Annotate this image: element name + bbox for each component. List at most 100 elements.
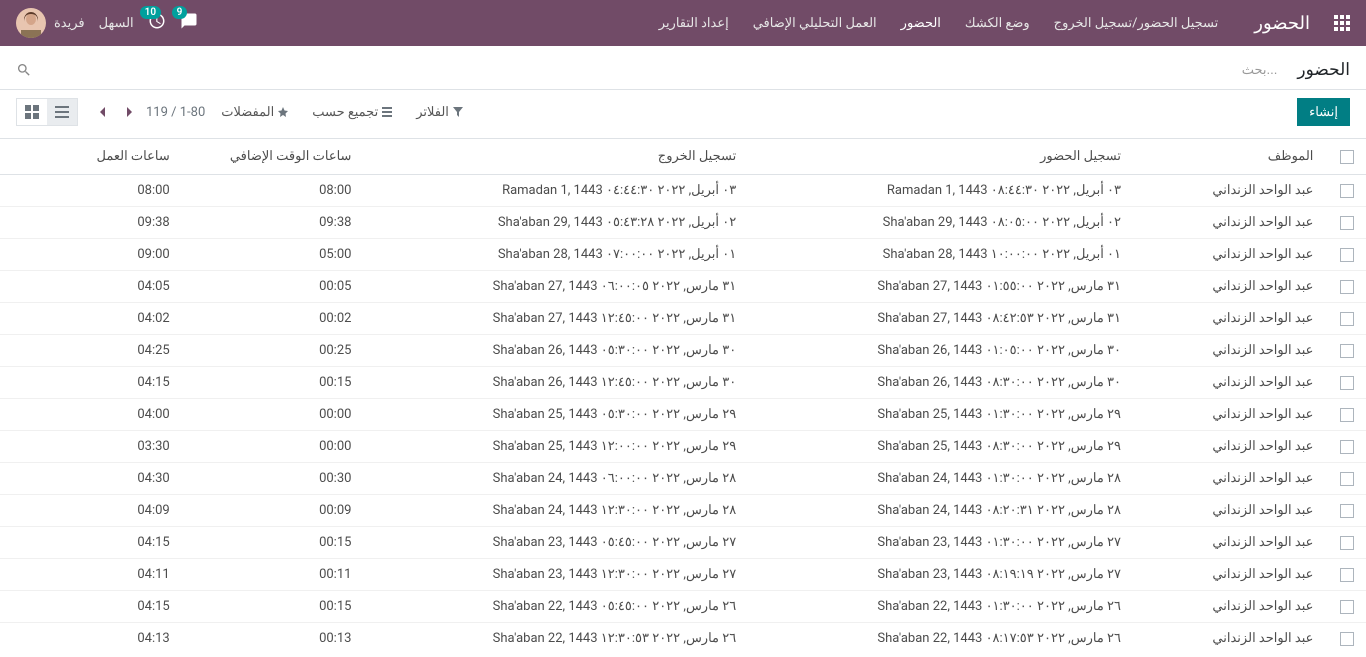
row-checkbox[interactable]: [1340, 632, 1354, 646]
row-checkbox[interactable]: [1340, 536, 1354, 550]
row-checkbox[interactable]: [1340, 472, 1354, 486]
col-check-out[interactable]: تسجيل الخروج: [363, 139, 748, 175]
cell-extra-hours: 00:00: [182, 431, 364, 463]
table-row[interactable]: عبد الواحد الزنداني ٠٢ أبريل, ٢٠٢٢ ٠٨:٠٥…: [0, 207, 1366, 239]
cell-check-in: ٢٨ مارس, ٢٠٢٢ ٠١:٣٠:٠٠ Sha'aban 24, 1443: [748, 463, 1133, 495]
table-row[interactable]: عبد الواحد الزنداني ٢٧ مارس, ٢٠٢٢ ٠٨:١٩:…: [0, 559, 1366, 591]
col-worked-hours[interactable]: ساعات العمل: [0, 139, 182, 175]
cell-check-in: ٢٩ مارس, ٢٠٢٢ ٠١:٣٠:٠٠ Sha'aban 25, 1443: [748, 399, 1133, 431]
avatar: [16, 8, 46, 38]
nav-kiosk[interactable]: وضع الكشك: [965, 16, 1030, 31]
cell-check-in: ٢٧ مارس, ٢٠٢٢ ٠١:٣٠:٠٠ Sha'aban 23, 1443: [748, 527, 1133, 559]
table-row[interactable]: عبد الواحد الزنداني ٣٠ مارس, ٢٠٢٢ ٠١:٠٥:…: [0, 335, 1366, 367]
cell-extra-hours: 00:15: [182, 591, 364, 623]
cell-check-in: ٠٢ أبريل, ٢٠٢٢ ٠٨:٠٥:٠٠ Sha'aban 29, 144…: [748, 207, 1133, 239]
row-checkbox[interactable]: [1340, 216, 1354, 230]
row-checkbox[interactable]: [1340, 184, 1354, 198]
col-extra-hours[interactable]: ساعات الوقت الإضافي: [182, 139, 364, 175]
cell-check-in: ٢٩ مارس, ٢٠٢٢ ٠٨:٣٠:٠٠ Sha'aban 25, 1443: [748, 431, 1133, 463]
row-checkbox[interactable]: [1340, 280, 1354, 294]
cell-check-in: ٣١ مارس, ٢٠٢٢ ٠١:٥٥:٠٠ Sha'aban 27, 1443: [748, 271, 1133, 303]
group-by-dropdown[interactable]: تجميع حسب: [312, 105, 392, 120]
row-checkbox[interactable]: [1340, 248, 1354, 262]
table-row[interactable]: عبد الواحد الزنداني ٢٩ مارس, ٢٠٢٢ ٠١:٣٠:…: [0, 399, 1366, 431]
pager-next[interactable]: [94, 103, 112, 121]
favorites-dropdown[interactable]: المفضلات: [221, 105, 288, 120]
nav-attendance[interactable]: الحضور: [901, 16, 941, 31]
cell-extra-hours: 08:00: [182, 175, 364, 207]
row-checkbox[interactable]: [1340, 440, 1354, 454]
cell-employee: عبد الواحد الزنداني: [1133, 431, 1325, 463]
cell-worked-hours: 04:30: [0, 463, 182, 495]
star-icon: [278, 107, 288, 117]
row-checkbox[interactable]: [1340, 408, 1354, 422]
activity-icon[interactable]: 10: [148, 12, 166, 34]
table-row[interactable]: عبد الواحد الزنداني ٢٦ مارس, ٢٠٢٢ ٠٨:١٧:…: [0, 623, 1366, 651]
list-view-button[interactable]: [47, 99, 77, 125]
cell-employee: عبد الواحد الزنداني: [1133, 591, 1325, 623]
cell-employee: عبد الواحد الزنداني: [1133, 399, 1325, 431]
kanban-view-button[interactable]: [17, 99, 47, 125]
table-scroll[interactable]: الموظف تسجيل الحضور تسجيل الخروج ساعات ا…: [0, 139, 1366, 650]
nav-links: تسجيل الحضور/تسجيل الخروج وضع الكشك الحض…: [659, 16, 1219, 31]
cell-extra-hours: 05:00: [182, 239, 364, 271]
attendance-table: الموظف تسجيل الحضور تسجيل الخروج ساعات ا…: [0, 139, 1366, 650]
cell-worked-hours: 04:15: [0, 591, 182, 623]
cell-check-out: ٢٧ مارس, ٢٠٢٢ ٠٥:٤٥:٠٠ Sha'aban 23, 1443: [363, 527, 748, 559]
row-checkbox[interactable]: [1340, 568, 1354, 582]
select-all-checkbox[interactable]: [1340, 150, 1354, 164]
pager-text[interactable]: 1-80 / 119: [146, 105, 205, 120]
cell-worked-hours: 04:15: [0, 527, 182, 559]
support-link[interactable]: السهل: [99, 16, 134, 31]
table-row[interactable]: عبد الواحد الزنداني ٠١ أبريل, ٢٠٢٢ ١٠:٠٠…: [0, 239, 1366, 271]
cell-employee: عبد الواحد الزنداني: [1133, 367, 1325, 399]
cell-check-out: ٣١ مارس, ٢٠٢٢ ١٢:٤٥:٠٠ Sha'aban 27, 1443: [363, 303, 748, 335]
nav-check-in-out[interactable]: تسجيل الحضور/تسجيل الخروج: [1054, 16, 1219, 31]
table-row[interactable]: عبد الواحد الزنداني ٣١ مارس, ٢٠٢٢ ٠١:٥٥:…: [0, 271, 1366, 303]
table-row[interactable]: عبد الواحد الزنداني ٢٩ مارس, ٢٠٢٢ ٠٨:٣٠:…: [0, 431, 1366, 463]
nav-overtime[interactable]: العمل التحليلي الإضافي: [753, 16, 877, 31]
row-checkbox[interactable]: [1340, 504, 1354, 518]
cell-extra-hours: 00:05: [182, 271, 364, 303]
row-checkbox[interactable]: [1340, 600, 1354, 614]
col-employee[interactable]: الموظف: [1133, 139, 1325, 175]
cell-extra-hours: 00:00: [182, 399, 364, 431]
cell-check-out: ٠٣ أبريل, ٢٠٢٢ ٠٤:٤٤:٣٠ Ramadan 1, 1443: [363, 175, 748, 207]
row-checkbox[interactable]: [1340, 312, 1354, 326]
cell-extra-hours: 00:25: [182, 335, 364, 367]
messaging-icon[interactable]: 9: [180, 12, 198, 34]
search-input[interactable]: [40, 58, 1277, 81]
cell-check-in: ٠١ أبريل, ٢٠٢٢ ١٠:٠٠:٠٠ Sha'aban 28, 144…: [748, 239, 1133, 271]
nav-reporting[interactable]: إعداد التقارير: [659, 16, 729, 31]
cell-check-in: ٣٠ مارس, ٢٠٢٢ ٠٨:٣٠:٠٠ Sha'aban 26, 1443: [748, 367, 1133, 399]
apps-icon[interactable]: [1334, 15, 1350, 31]
cell-extra-hours: 00:15: [182, 367, 364, 399]
table-row[interactable]: عبد الواحد الزنداني ٢٧ مارس, ٢٠٢٢ ٠١:٣٠:…: [0, 527, 1366, 559]
messaging-badge: 9: [172, 6, 188, 19]
cell-check-in: ٣٠ مارس, ٢٠٢٢ ٠١:٠٥:٠٠ Sha'aban 26, 1443: [748, 335, 1133, 367]
cell-employee: عبد الواحد الزنداني: [1133, 175, 1325, 207]
filters-dropdown[interactable]: الفلاتر: [416, 105, 463, 120]
row-checkbox[interactable]: [1340, 344, 1354, 358]
table-row[interactable]: عبد الواحد الزنداني ٢٦ مارس, ٢٠٢٢ ٠١:٣٠:…: [0, 591, 1366, 623]
col-check-in[interactable]: تسجيل الحضور: [748, 139, 1133, 175]
table-row[interactable]: عبد الواحد الزنداني ٣٠ مارس, ٢٠٢٢ ٠٨:٣٠:…: [0, 367, 1366, 399]
table-row[interactable]: عبد الواحد الزنداني ٣١ مارس, ٢٠٢٢ ٠٨:٤٢:…: [0, 303, 1366, 335]
row-checkbox[interactable]: [1340, 376, 1354, 390]
user-menu[interactable]: فريدة: [16, 8, 85, 38]
pager-prev[interactable]: [120, 103, 138, 121]
create-button[interactable]: إنشاء: [1297, 98, 1350, 126]
username: فريدة: [54, 16, 85, 31]
search-icon[interactable]: [16, 62, 32, 78]
cell-extra-hours: 00:02: [182, 303, 364, 335]
cell-worked-hours: 04:25: [0, 335, 182, 367]
table-row[interactable]: عبد الواحد الزنداني ٠٣ أبريل, ٢٠٢٢ ٠٨:٤٤…: [0, 175, 1366, 207]
cell-check-in: ٠٣ أبريل, ٢٠٢٢ ٠٨:٤٤:٣٠ Ramadan 1, 1443: [748, 175, 1133, 207]
view-switcher: [16, 98, 78, 126]
cell-extra-hours: 00:09: [182, 495, 364, 527]
cell-worked-hours: 04:11: [0, 559, 182, 591]
table-row[interactable]: عبد الواحد الزنداني ٢٨ مارس, ٢٠٢٢ ٠٨:٢٠:…: [0, 495, 1366, 527]
cell-check-in: ٢٨ مارس, ٢٠٢٢ ٠٨:٢٠:٣١ Sha'aban 24, 1443: [748, 495, 1133, 527]
table-row[interactable]: عبد الواحد الزنداني ٢٨ مارس, ٢٠٢٢ ٠١:٣٠:…: [0, 463, 1366, 495]
cell-worked-hours: 08:00: [0, 175, 182, 207]
